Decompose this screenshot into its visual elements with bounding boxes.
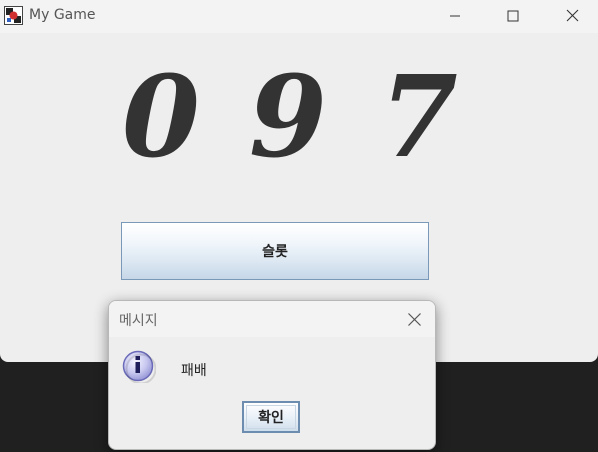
dialog-title: 메시지 bbox=[119, 313, 158, 329]
info-icon bbox=[122, 349, 157, 385]
close-icon bbox=[407, 312, 421, 326]
game-app-icon bbox=[4, 6, 23, 25]
slot-button[interactable]: 슬롯 bbox=[121, 222, 429, 280]
ok-button[interactable]: 확인 bbox=[242, 401, 300, 433]
maximize-button[interactable] bbox=[490, 0, 536, 31]
slot-digit-1: 0 bbox=[122, 52, 200, 183]
minimize-icon bbox=[450, 15, 460, 16]
message-dialog: 메시지 패배 확인 bbox=[108, 300, 436, 450]
dialog-titlebar[interactable]: 메시지 bbox=[109, 301, 435, 337]
close-icon bbox=[566, 9, 578, 22]
slot-digit-2: 9 bbox=[249, 52, 327, 183]
window-title: My Game bbox=[29, 7, 96, 23]
dialog-close-button[interactable] bbox=[399, 306, 429, 332]
window-titlebar[interactable]: My Game bbox=[0, 0, 598, 33]
minimize-button[interactable] bbox=[432, 0, 478, 31]
dialog-message: 패배 bbox=[181, 363, 207, 379]
close-button[interactable] bbox=[549, 0, 595, 31]
slot-digit-3: 7 bbox=[380, 52, 458, 183]
maximize-icon bbox=[507, 10, 519, 21]
